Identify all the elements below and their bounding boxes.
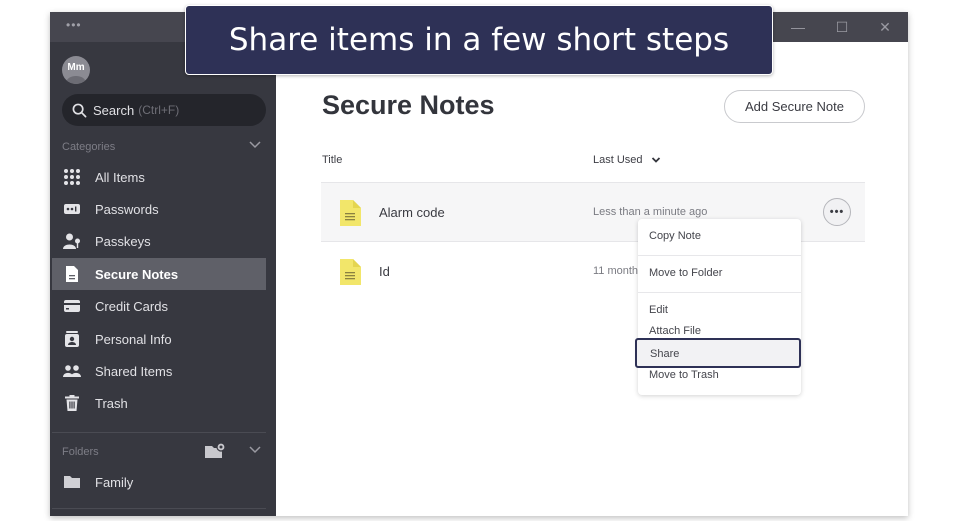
- row-title: Id: [379, 264, 390, 279]
- column-header-title[interactable]: Title: [322, 154, 342, 166]
- sidebar-divider: [52, 432, 266, 433]
- passkey-icon: [63, 233, 80, 249]
- menu-item-move-to-trash[interactable]: Move to Trash: [638, 365, 801, 385]
- sidebar-item-label: Passwords: [95, 201, 159, 217]
- sidebar-item-all-items[interactable]: All Items: [52, 161, 266, 193]
- search-label: Search: [93, 102, 135, 118]
- column-header-last-used[interactable]: Last Used: [593, 154, 661, 166]
- sidebar-item-label: Credit Cards: [95, 298, 168, 314]
- context-menu: Copy Note Move to Folder Edit Attach Fil…: [635, 219, 801, 395]
- close-button[interactable]: ✕: [873, 16, 897, 38]
- row-title: Alarm code: [379, 205, 445, 220]
- sidebar-item-label: All Items: [95, 169, 145, 185]
- sidebar-item-shared-items[interactable]: Shared Items: [52, 355, 266, 387]
- avatar[interactable]: Mm: [62, 56, 90, 84]
- sidebar-item-personal-info[interactable]: Personal Info: [52, 323, 266, 355]
- folders-label: Folders: [62, 446, 99, 458]
- sidebar-item-passwords[interactable]: Passwords: [52, 193, 266, 225]
- sidebar-item-passkeys[interactable]: Passkeys: [52, 225, 266, 257]
- folder-label: Family: [95, 474, 134, 490]
- sidebar-item-secure-notes[interactable]: Secure Notes: [52, 258, 266, 290]
- sidebar-item-label: Secure Notes: [95, 266, 179, 282]
- column-header-label: Last Used: [593, 154, 643, 166]
- folder-icon: [64, 476, 80, 488]
- add-folder-icon[interactable]: [204, 442, 226, 460]
- folders-header: Folders: [62, 442, 262, 458]
- sidebar: Mm Search (Ctrl+F) Categories All Items …: [50, 42, 276, 516]
- folder-item-family[interactable]: Family: [52, 466, 266, 498]
- maximize-button[interactable]: ☐: [830, 16, 854, 38]
- menu-item-move-to-folder[interactable]: Move to Folder: [638, 263, 801, 283]
- note-icon: [340, 259, 361, 285]
- menu-separator: [638, 255, 801, 256]
- sidebar-item-label: Personal Info: [95, 331, 172, 347]
- note-icon: [66, 266, 78, 282]
- chevron-down-icon: [651, 157, 660, 163]
- row-last-used: Less than a minute ago: [593, 206, 708, 218]
- minimize-button[interactable]: —: [786, 16, 810, 38]
- search-input[interactable]: Search (Ctrl+F): [62, 94, 266, 126]
- more-dots-icon[interactable]: •••: [66, 18, 82, 32]
- note-icon: [340, 200, 361, 226]
- menu-item-copy-note[interactable]: Copy Note: [638, 226, 801, 246]
- add-secure-note-button[interactable]: Add Secure Note: [724, 90, 865, 123]
- search-icon: [72, 103, 87, 117]
- avatar-initials: Mm: [67, 62, 85, 73]
- main-content: Secure Notes Add Secure Note Title Last …: [276, 42, 908, 516]
- more-options-button[interactable]: •••: [823, 198, 851, 226]
- chevron-down-icon[interactable]: [248, 138, 262, 152]
- trash-icon: [65, 395, 79, 411]
- search-shortcut-hint: (Ctrl+F): [138, 103, 180, 117]
- page-title: Secure Notes: [322, 90, 495, 120]
- users-icon: [63, 365, 81, 377]
- menu-separator: [638, 292, 801, 293]
- sidebar-item-credit-cards[interactable]: Credit Cards: [52, 290, 266, 322]
- password-icon: [64, 204, 80, 214]
- categories-label: Categories: [62, 141, 116, 153]
- sidebar-item-label: Passkeys: [95, 233, 151, 249]
- menu-item-edit[interactable]: Edit: [638, 300, 801, 320]
- chevron-down-icon[interactable]: [248, 443, 262, 457]
- sidebar-item-label: Trash: [95, 395, 128, 411]
- menu-item-share[interactable]: Share: [635, 338, 801, 368]
- id-badge-icon: [65, 331, 79, 347]
- caption-banner: Share items in a few short steps: [185, 5, 773, 75]
- sidebar-divider: [52, 508, 266, 509]
- credit-card-icon: [64, 300, 80, 312]
- more-dots-icon: •••: [829, 206, 845, 218]
- grid-icon: [64, 169, 80, 185]
- categories-header: Categories: [62, 141, 262, 153]
- sidebar-item-trash[interactable]: Trash: [52, 387, 266, 419]
- sidebar-item-label: Shared Items: [95, 363, 173, 379]
